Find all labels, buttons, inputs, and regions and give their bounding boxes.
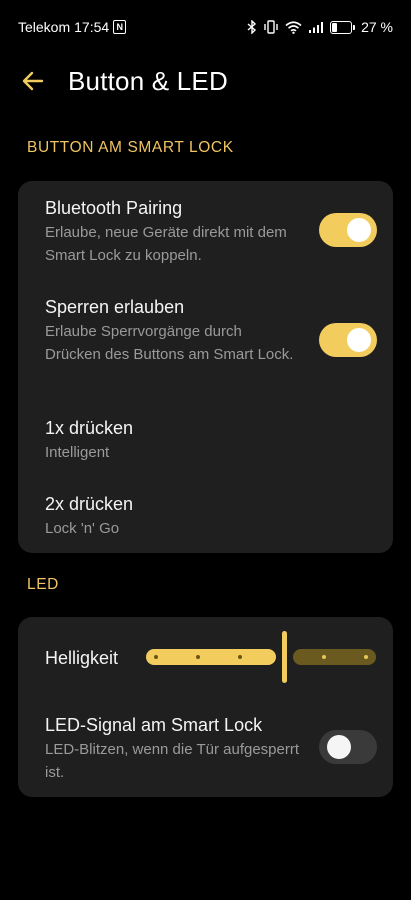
led-signal-title: LED-Signal am Smart Lock bbox=[45, 715, 263, 735]
signal-icon bbox=[309, 22, 324, 33]
slider-step-dot bbox=[364, 655, 368, 659]
press-once-title: 1x drücken bbox=[45, 418, 134, 438]
allow-lock-description: Erlaube Sperrvorgänge durch Drücken des … bbox=[45, 323, 294, 363]
section-label-led: LED bbox=[27, 576, 59, 593]
bluetooth-icon bbox=[247, 20, 257, 34]
slider-thumb[interactable] bbox=[282, 631, 287, 683]
bluetooth-pairing-toggle[interactable] bbox=[319, 213, 377, 247]
led-settings-card: Helligkeit LED-Signal am Smart Lock LED-… bbox=[18, 617, 393, 797]
bluetooth-pairing-row[interactable]: Bluetooth Pairing Erlaube, neue Geräte d… bbox=[45, 197, 305, 267]
brightness-label: Helligkeit bbox=[45, 648, 119, 668]
led-signal-row[interactable]: LED-Signal am Smart Lock LED-Blitzen, we… bbox=[45, 714, 305, 784]
button-settings-card: Bluetooth Pairing Erlaube, neue Geräte d… bbox=[18, 181, 393, 553]
nfc-icon: N bbox=[113, 20, 127, 34]
led-signal-description: LED-Blitzen, wenn die Tür aufgesperrt is… bbox=[45, 741, 300, 781]
press-once-row[interactable]: 1x drücken Intelligent bbox=[45, 417, 373, 464]
press-twice-row[interactable]: 2x drücken Lock 'n' Go bbox=[45, 493, 373, 540]
slider-step-dot bbox=[196, 655, 200, 659]
status-right: 27 % bbox=[247, 19, 393, 35]
bluetooth-pairing-description: Erlaube, neue Geräte direkt mit dem Smar… bbox=[45, 224, 287, 264]
back-button[interactable] bbox=[18, 66, 48, 96]
slider-track-filled bbox=[146, 649, 276, 665]
press-twice-title: 2x drücken bbox=[45, 494, 134, 514]
app-header: Button & LED bbox=[0, 56, 411, 106]
section-label-button: BUTTON AM SMART LOCK bbox=[27, 139, 234, 156]
status-bar: Telekom 17:54 N 27 % bbox=[0, 0, 411, 56]
press-once-value: Intelligent bbox=[45, 444, 110, 461]
bluetooth-pairing-title: Bluetooth Pairing bbox=[45, 198, 183, 218]
allow-lock-title: Sperren erlauben bbox=[45, 297, 185, 317]
brightness-row: Helligkeit bbox=[45, 647, 145, 669]
brightness-slider[interactable] bbox=[146, 631, 376, 685]
slider-step-dot bbox=[238, 655, 242, 659]
led-signal-toggle[interactable] bbox=[319, 730, 377, 764]
status-left: Telekom 17:54 N bbox=[18, 19, 127, 35]
battery-icon bbox=[330, 20, 356, 34]
slider-step-dot bbox=[154, 655, 158, 659]
wifi-icon bbox=[285, 20, 302, 34]
page-title: Button & LED bbox=[68, 66, 228, 96]
carrier-label: Telekom bbox=[18, 19, 71, 35]
arrow-left-icon bbox=[22, 71, 44, 91]
allow-lock-row[interactable]: Sperren erlauben Erlaube Sperrvorgänge d… bbox=[45, 296, 295, 366]
clock: 17:54 bbox=[74, 19, 110, 35]
press-twice-value: Lock 'n' Go bbox=[45, 520, 120, 537]
allow-lock-toggle[interactable] bbox=[319, 323, 377, 357]
battery-percent: 27 % bbox=[361, 19, 393, 35]
vibrate-icon bbox=[264, 20, 278, 34]
slider-step-dot bbox=[322, 655, 326, 659]
